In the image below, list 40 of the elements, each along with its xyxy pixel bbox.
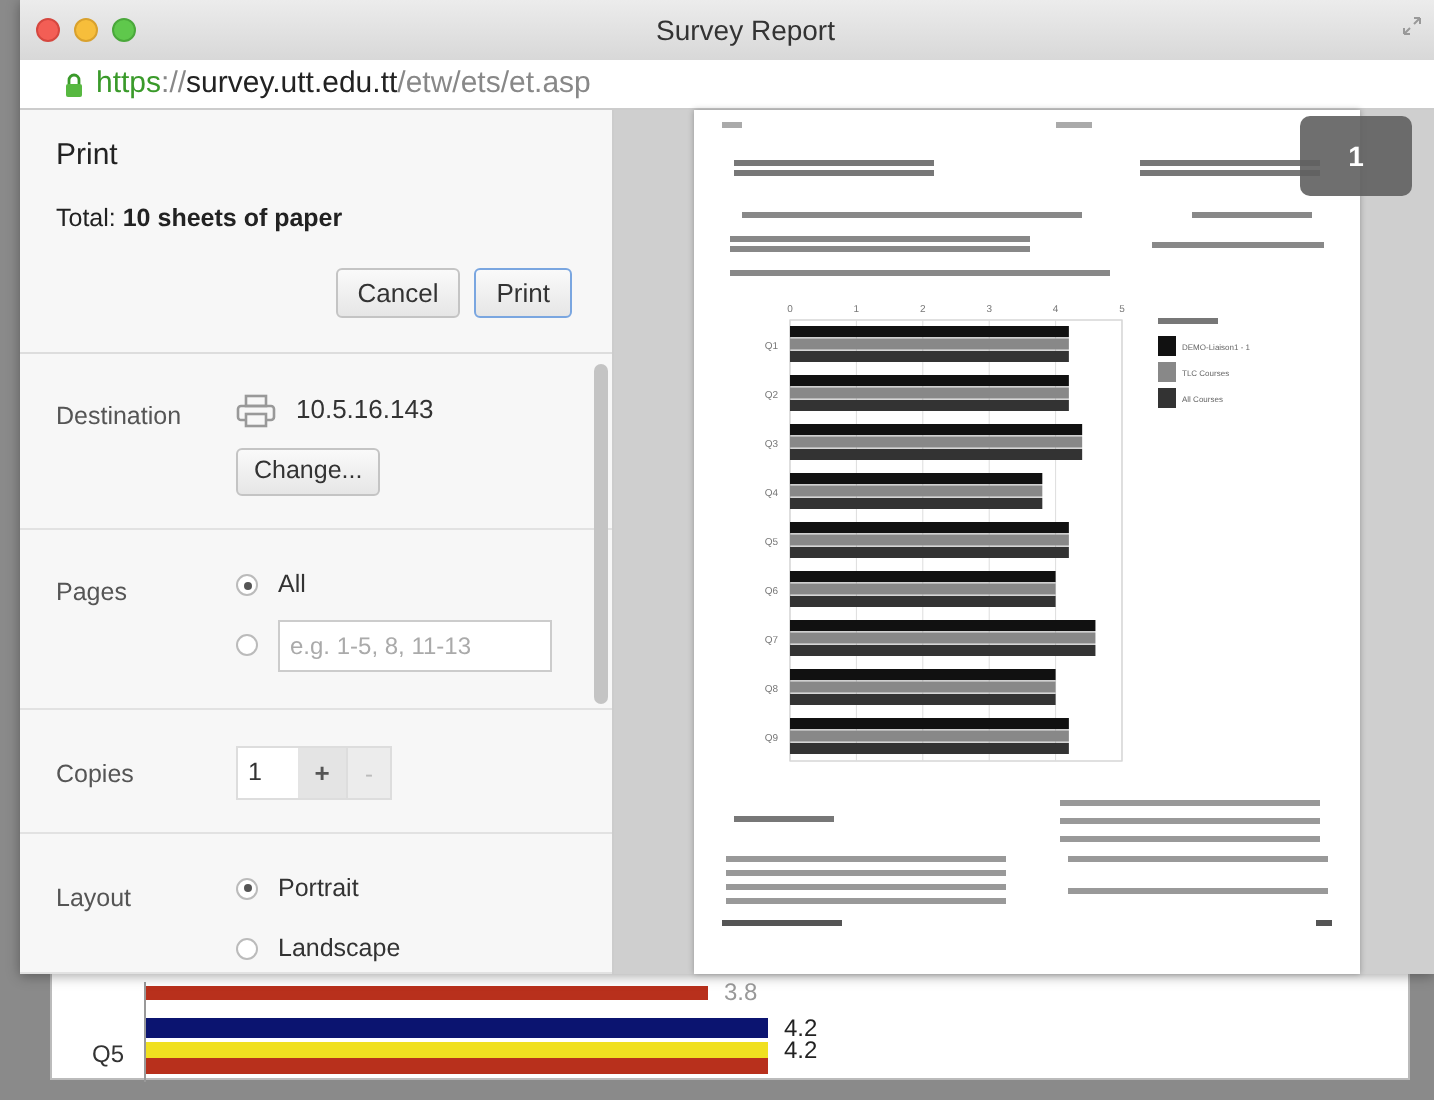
category-label: Q5 <box>92 1038 125 1072</box>
value-label: 4.2 <box>784 1040 818 1060</box>
page-range-field[interactable]: e.g. 1-5, 8, 11-13 <box>278 619 552 672</box>
print-button[interactable]: Print <box>474 268 572 319</box>
option-label: All <box>278 568 306 603</box>
zoom-icon[interactable] <box>112 18 136 42</box>
radio-button[interactable] <box>236 937 258 960</box>
radio-button[interactable] <box>236 877 258 900</box>
setting-label: Destination <box>56 400 184 435</box>
blurred-text <box>1056 122 1092 128</box>
printer-icon <box>236 393 276 427</box>
cancel-button[interactable]: Cancel <box>335 268 461 319</box>
setting-label: Pages <box>56 576 129 611</box>
close-icon[interactable] <box>36 18 60 42</box>
fullscreen-icon[interactable] <box>1402 16 1422 36</box>
option-label: Landscape <box>278 931 401 966</box>
scrollbar-thumb[interactable] <box>594 364 608 705</box>
print-title: Print <box>56 136 120 176</box>
radio-button[interactable] <box>236 634 258 657</box>
blurred-text <box>722 920 842 926</box>
lock-icon <box>64 71 84 97</box>
value-label: 3.8 <box>724 982 758 1002</box>
blurred-text <box>722 122 742 128</box>
radio-button[interactable] <box>236 574 258 597</box>
value-label: 4.2 <box>784 1018 818 1038</box>
setting-label: Layout <box>56 882 134 917</box>
blurred-text <box>1316 920 1332 926</box>
total-sheets-text: Total: 10 sheets of paper <box>56 201 345 236</box>
blurred-text <box>734 816 834 822</box>
option-label: Portrait <box>278 872 359 907</box>
change-button[interactable]: Change... <box>236 447 381 496</box>
blurred-text <box>1158 318 1218 324</box>
url-text: https://survey.utt.edu.tt/etw/ets/et.asp <box>96 63 591 104</box>
minimize-icon[interactable] <box>74 18 98 42</box>
blurred-text <box>1192 212 1312 218</box>
address-bar[interactable]: https://survey.utt.edu.tt/etw/ets/et.asp <box>20 60 1434 110</box>
window-title: Survey Report <box>656 11 835 50</box>
printer-name: 10.5.16.143 <box>296 392 434 429</box>
page-number-badge: 1 <box>1300 116 1412 196</box>
setting-label: Copies <box>56 758 136 793</box>
